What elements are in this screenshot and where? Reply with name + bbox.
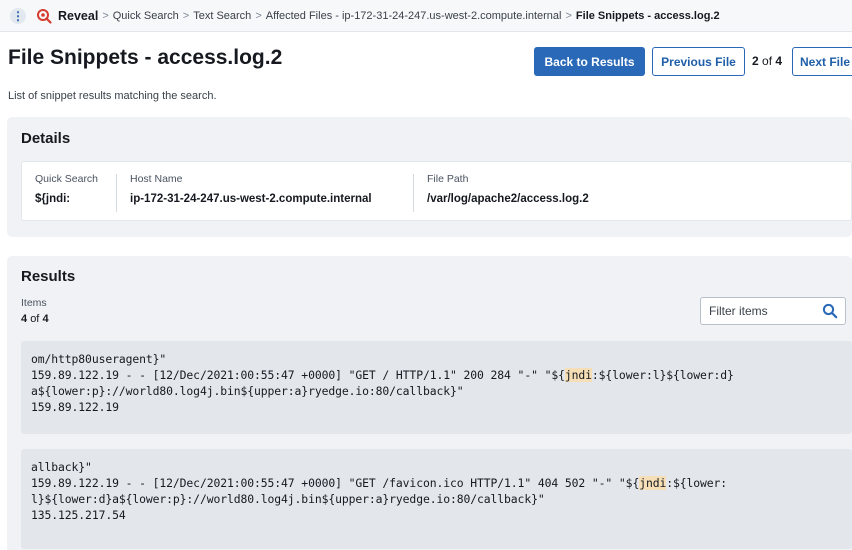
back-to-results-button[interactable]: Back to Results [534, 47, 645, 76]
items-of: of [30, 313, 40, 325]
page-subtitle: List of snippet results matching the sea… [8, 90, 217, 102]
snippet-line: 159.89.122.19 [31, 399, 842, 415]
filter-box [700, 297, 846, 325]
snippet-item: om/http80useragent}" 159.89.122.19 - - [… [21, 341, 852, 434]
quick-search-field: Quick Search ${jndi: [35, 173, 98, 205]
top-bar: ⋮ Reveal > Quick Search > Text Search > … [0, 0, 852, 32]
code-text: 159.89.122.19 - - [12/Dec/2021:00:55:47 … [31, 476, 640, 490]
search-icon[interactable] [822, 303, 838, 319]
breadcrumb-current: File Snippets - access.log.2 [575, 9, 720, 22]
code-text: :${lower:l}${lower:d} [591, 368, 734, 382]
breadcrumb-separator: > [255, 9, 262, 22]
snippet-item: allback}" 159.89.122.19 - - [12/Dec/2021… [21, 449, 852, 549]
previous-file-button[interactable]: Previous File [652, 47, 745, 76]
filter-items-input[interactable] [701, 298, 811, 324]
code-text: 159.89.122.19 [31, 400, 119, 414]
kebab-menu-icon[interactable]: ⋮ [10, 7, 26, 24]
match-highlight: jndi [564, 368, 592, 382]
breadcrumb-affected-files[interactable]: Affected Files - ip-172-31-24-247.us-wes… [266, 10, 562, 22]
pager-of: of [762, 54, 773, 68]
file-path-label: File Path [427, 173, 469, 185]
quick-search-label: Quick Search [35, 173, 99, 185]
code-text: 135.125.217.54 [31, 508, 126, 522]
snippet-line: 159.89.122.19 - - [12/Dec/2021:00:55:47 … [31, 475, 842, 491]
page-title: File Snippets - access.log.2 [8, 46, 283, 69]
snippet-line: 159.89.122.19 - - [12/Dec/2021:00:55:47 … [31, 367, 842, 383]
file-path-value: /var/log/apache2/access.log.2 [427, 193, 589, 205]
breadcrumb-text-search[interactable]: Text Search [193, 10, 251, 22]
next-file-button[interactable]: Next File [792, 47, 852, 76]
snippet-line: l}${lower:d}a${lower:p}://world80.log4j.… [31, 491, 842, 507]
items-count: 4 of 4 [21, 313, 49, 325]
quick-search-value: ${jndi: [35, 193, 71, 205]
results-title: Results [21, 268, 76, 285]
pager-total: 4 [775, 54, 783, 68]
snippet-line: allback}" [31, 459, 842, 475]
code-text: om/http80useragent}" [31, 352, 167, 366]
code-text: a${lower:p}://world80.log4j.bin${upper:a… [31, 384, 464, 398]
results-panel: Results Items 4 of 4 om/http80useragent}… [7, 256, 852, 550]
breadcrumb-quick-search[interactable]: Quick Search [113, 10, 179, 22]
code-text: 159.89.122.19 - - [12/Dec/2021:00:55:47 … [31, 368, 565, 382]
items-total: 4 [42, 313, 49, 325]
items-label: Items [21, 297, 47, 309]
column-divider [116, 174, 117, 212]
column-divider [413, 174, 414, 212]
file-path-field: File Path /var/log/apache2/access.log.2 [427, 173, 589, 205]
code-text: allback}" [31, 460, 92, 474]
file-pager: 2 of 4 [752, 54, 782, 68]
code-text: :${lower: [666, 476, 728, 490]
app-name[interactable]: Reveal [58, 9, 98, 23]
details-title: Details [21, 130, 71, 147]
pager-current: 2 [752, 54, 759, 68]
host-name-value: ip-172-31-24-247.us-west-2.compute.inter… [130, 193, 372, 205]
code-text: l}${lower:d}a${lower:p}://world80.log4j.… [31, 492, 545, 506]
snippet-line: a${lower:p}://world80.log4j.bin${upper:a… [31, 383, 842, 399]
snippet-line: om/http80useragent}" [31, 351, 842, 367]
breadcrumb-separator: > [565, 9, 572, 22]
host-name-label: Host Name [130, 173, 183, 185]
breadcrumb-separator: > [182, 9, 190, 22]
details-card: Quick Search ${jndi: Host Name ip-172-31… [21, 161, 852, 221]
snippet-line: 135.125.217.54 [31, 507, 842, 523]
reveal-logo-icon [37, 8, 52, 24]
match-highlight: jndi [639, 476, 667, 490]
breadcrumb-separator: > [102, 9, 109, 22]
details-panel: Details Quick Search ${jndi: Host Name i… [7, 117, 852, 237]
host-name-field: Host Name ip-172-31-24-247.us-west-2.com… [130, 173, 372, 205]
kebab-glyph: ⋮ [12, 8, 24, 23]
items-shown: 4 [21, 313, 28, 325]
